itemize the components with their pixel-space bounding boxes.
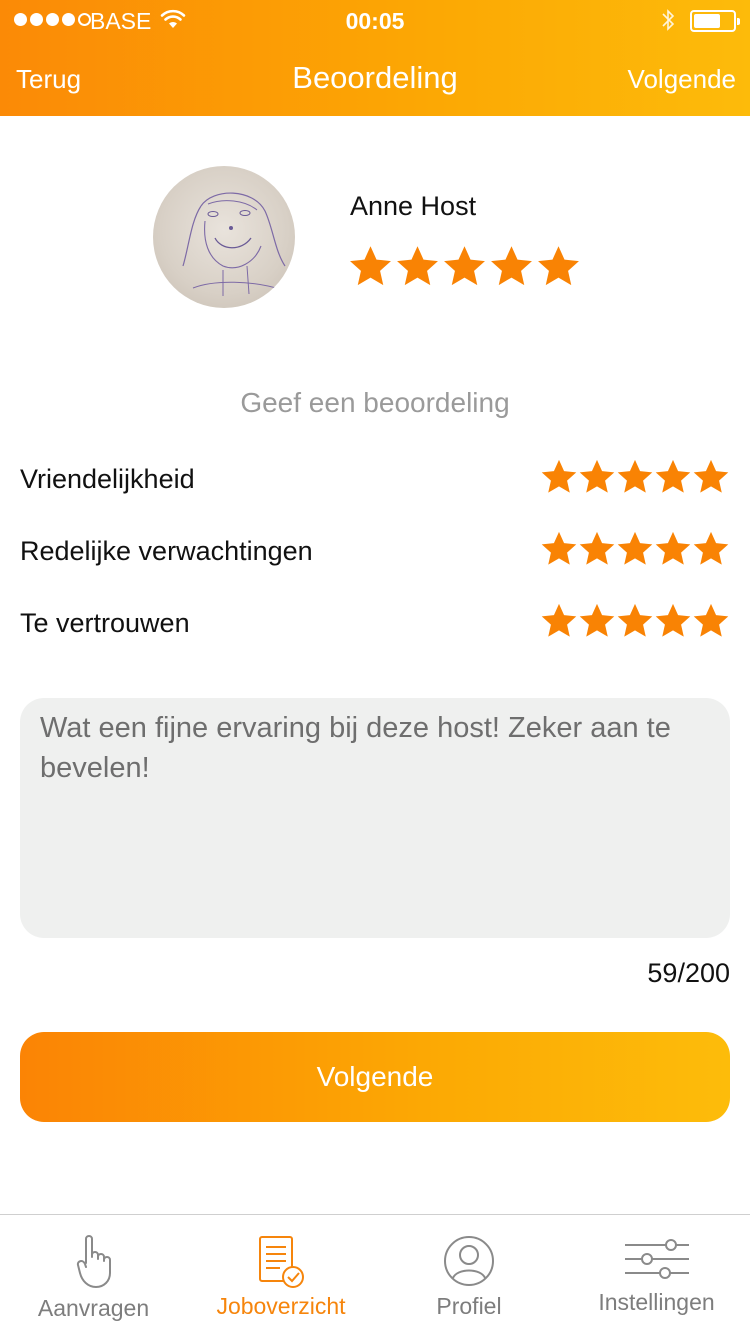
star-icon[interactable]	[578, 458, 616, 496]
rating-section-title: Geef een beoordeling	[240, 387, 510, 418]
comment-textarea[interactable]: Wat een fijne ervaring bij deze host! Ze…	[20, 698, 730, 938]
rating-stars-trust[interactable]	[540, 602, 730, 640]
star-icon[interactable]	[654, 530, 692, 568]
star-icon[interactable]	[692, 530, 730, 568]
rating-label: Te vertrouwen	[20, 608, 190, 638]
rating-row-friendliness: Vriendelijkheid	[20, 458, 730, 508]
star-icon[interactable]	[578, 530, 616, 568]
host-rating-stars	[348, 244, 581, 289]
bluetooth-icon	[662, 9, 675, 31]
next-nav-button[interactable]: Volgende	[628, 64, 736, 95]
hand-pointing-icon	[76, 1235, 111, 1288]
tab-label: Instellingen	[598, 1289, 715, 1315]
rating-row-expectations: Redelijke verwachtingen	[20, 530, 730, 580]
tab-label: Profiel	[436, 1293, 502, 1319]
star-icon[interactable]	[616, 602, 654, 640]
status-bar: BASE 00:05	[0, 0, 750, 42]
next-button[interactable]: Volgende	[20, 1032, 730, 1122]
person-icon	[444, 1236, 494, 1286]
rating-label: Vriendelijkheid	[20, 464, 195, 494]
tab-aanvragen[interactable]: Aanvragen	[0, 1215, 187, 1334]
star-icon[interactable]	[654, 458, 692, 496]
clock: 00:05	[345, 8, 405, 34]
header: BASE 00:05 Terug Beoordeling Volgende	[0, 0, 750, 116]
rating-row-trust: Te vertrouwen	[20, 602, 730, 652]
character-counter: 59/200	[647, 958, 730, 988]
star-icon[interactable]	[616, 458, 654, 496]
star-icon	[538, 246, 579, 286]
tab-profiel[interactable]: Profiel	[375, 1215, 563, 1334]
star-icon[interactable]	[540, 530, 578, 568]
next-button-label: Volgende	[316, 1061, 434, 1092]
tab-joboverzicht[interactable]: Joboverzicht	[187, 1215, 375, 1334]
rating-label: Redelijke verwachtingen	[20, 536, 313, 566]
sliders-icon	[624, 1239, 689, 1279]
screen: BASE 00:05 Terug Beoordeling Volgende An…	[0, 0, 750, 1334]
rating-stars-expectations[interactable]	[540, 530, 730, 568]
host-name: Anne Host	[350, 191, 477, 221]
document-check-icon	[259, 1236, 304, 1288]
star-icon[interactable]	[616, 530, 654, 568]
tab-instellingen[interactable]: Instellingen	[563, 1215, 750, 1334]
star-icon	[397, 246, 438, 286]
star-icon[interactable]	[692, 458, 730, 496]
avatar	[153, 166, 295, 308]
star-icon[interactable]	[654, 602, 692, 640]
tab-label: Joboverzicht	[216, 1293, 346, 1319]
star-icon[interactable]	[540, 458, 578, 496]
avatar-drawing	[182, 192, 286, 296]
tab-bar: Aanvragen Joboverzicht Profiel Instellin…	[0, 1214, 750, 1334]
star-icon[interactable]	[540, 602, 578, 640]
star-icon	[491, 246, 532, 286]
star-icon[interactable]	[578, 602, 616, 640]
battery-icon	[690, 10, 740, 32]
tab-label: Aanvragen	[37, 1295, 150, 1321]
star-icon[interactable]	[692, 602, 730, 640]
star-icon	[350, 246, 391, 286]
star-icon	[444, 246, 485, 286]
rating-stars-friendliness[interactable]	[540, 458, 730, 496]
